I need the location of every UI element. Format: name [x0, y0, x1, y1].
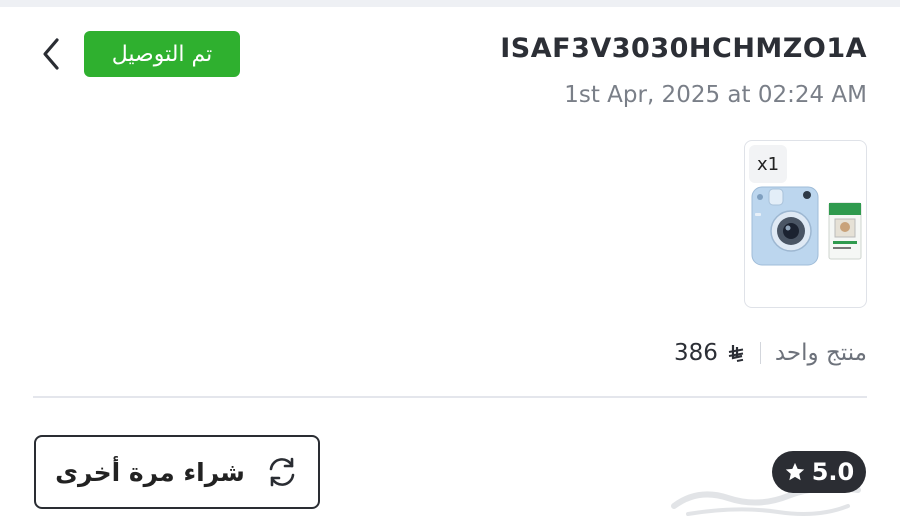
item-count: منتج واحد — [774, 340, 867, 366]
riyal-currency-icon — [728, 345, 744, 362]
rating-value: 5.0 — [811, 458, 855, 486]
buy-again-button[interactable]: شراء مرة أخرى — [34, 435, 320, 509]
order-summary: منتج واحد 386 — [674, 336, 867, 370]
section-divider — [33, 396, 867, 398]
price-value: 386 — [673, 340, 718, 366]
buy-again-label: شراء مرة أخرى — [55, 457, 245, 487]
status-badge: تم التوصيل — [84, 31, 240, 77]
quantity-badge: x1 — [749, 145, 787, 183]
chevron-left-icon — [43, 38, 59, 70]
order-id: ISAF3V3030HCHMZO1A — [500, 33, 867, 64]
order-price: 386 — [674, 340, 746, 366]
summary-divider — [759, 342, 761, 364]
refresh-icon — [269, 457, 295, 487]
back-button[interactable] — [33, 36, 69, 72]
instant-camera-product-image — [751, 186, 862, 266]
star-icon — [785, 462, 804, 481]
product-card[interactable]: x1 — [744, 140, 867, 308]
order-date: 1st Apr, 2025 at 02:24 AM — [564, 82, 867, 108]
top-strip — [0, 0, 900, 7]
rating-badge: 5.0 — [772, 451, 866, 493]
